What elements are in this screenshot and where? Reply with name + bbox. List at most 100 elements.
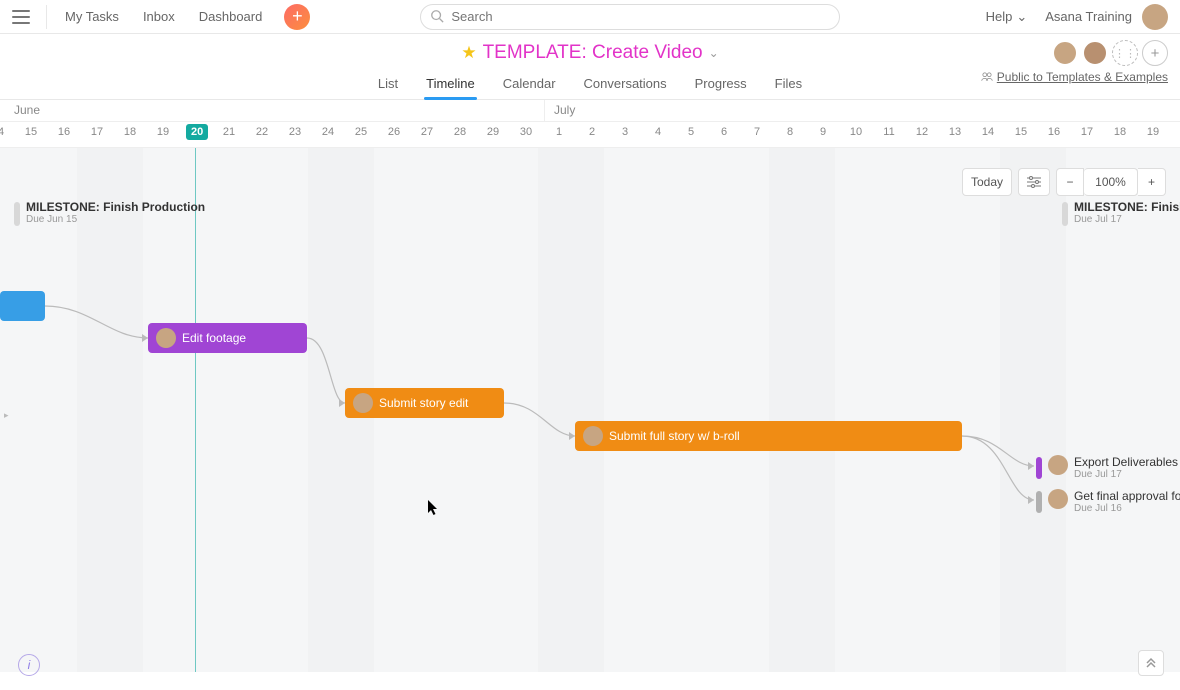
milestone-card[interactable]: MILESTONE: Finish Production Due Jun 15	[14, 200, 205, 226]
date-cell: 20	[1176, 126, 1180, 138]
date-cell: 10	[846, 126, 866, 138]
weekend-shade	[538, 148, 604, 672]
month-row: June July	[0, 100, 1180, 122]
task-item[interactable]: Export Deliverables Due Jul 17	[1036, 455, 1178, 480]
task-due: Due Jul 16	[1074, 503, 1180, 514]
today-date-badge: 20	[186, 124, 208, 140]
date-cell: 21	[219, 126, 239, 138]
nav-inbox[interactable]: Inbox	[131, 9, 187, 24]
month-label-june: June	[14, 103, 40, 117]
date-cell: 4	[648, 126, 668, 138]
weekend-shade	[77, 148, 143, 672]
menu-icon[interactable]	[12, 10, 30, 24]
tab-calendar[interactable]: Calendar	[501, 72, 558, 99]
project-visibility-link[interactable]: Public to Templates & Examples	[981, 70, 1168, 84]
date-cell: 17	[87, 126, 107, 138]
timeline-canvas[interactable]: ▸ Today − 100% + MILESTONE: Finish	[0, 148, 1180, 672]
date-cell: 8	[780, 126, 800, 138]
search-input[interactable]	[420, 4, 840, 30]
date-cell: 22	[252, 126, 272, 138]
weekend-shade	[769, 148, 835, 672]
date-cell: 17	[1077, 126, 1097, 138]
today-button[interactable]: Today	[962, 168, 1012, 196]
tab-progress[interactable]: Progress	[693, 72, 749, 99]
tab-list[interactable]: List	[376, 72, 400, 99]
assignee-avatar	[1048, 455, 1068, 475]
task-handle[interactable]	[1036, 491, 1042, 513]
task-title: Submit story edit	[379, 396, 468, 410]
date-cell: 1	[549, 126, 569, 138]
divider	[46, 5, 47, 29]
milestone-handle[interactable]	[14, 202, 20, 226]
help-link[interactable]: Help⌄	[986, 9, 1028, 25]
date-cell: 18	[120, 126, 140, 138]
date-cell: 19	[153, 126, 173, 138]
date-cell: 14	[0, 126, 8, 138]
chevron-down-icon[interactable]: ⌄	[709, 46, 719, 60]
task-title: Get final approval for finished video	[1074, 489, 1180, 503]
task-bar[interactable]: Submit full story w/ b-roll	[575, 421, 962, 451]
weekend-shade	[1000, 148, 1066, 672]
info-button[interactable]: i	[18, 654, 40, 676]
date-cell: 9	[813, 126, 833, 138]
project-side: ⋮⋮ + Public to Templates & Examples	[981, 40, 1168, 86]
task-title: Export Deliverables	[1074, 455, 1178, 469]
people-icon	[981, 71, 993, 83]
zoom-controls: − 100% +	[1056, 168, 1166, 196]
date-cell: 25	[351, 126, 371, 138]
zoom-out-button[interactable]: −	[1056, 168, 1084, 196]
add-member-button[interactable]: +	[1142, 40, 1168, 66]
task-bar[interactable]: Submit story edit	[345, 388, 504, 418]
nav-my-tasks[interactable]: My Tasks	[53, 9, 131, 24]
task-bar[interactable]	[0, 291, 45, 321]
timeline-controls: Today − 100% +	[962, 168, 1166, 196]
date-cell: 16	[54, 126, 74, 138]
today-indicator-line	[195, 148, 196, 672]
collapse-button[interactable]	[1138, 650, 1164, 676]
date-cell: 7	[747, 126, 767, 138]
date-cell: 6	[714, 126, 734, 138]
task-item[interactable]: Get final approval for finished video Du…	[1036, 489, 1180, 514]
chevron-double-up-icon	[1145, 657, 1157, 669]
date-cell: 27	[417, 126, 437, 138]
date-cell: 30	[516, 126, 536, 138]
milestone-due: Due Jul 17	[1074, 214, 1180, 225]
project-title[interactable]: ★ TEMPLATE: Create Video ⌄	[461, 42, 718, 64]
cursor-icon	[428, 500, 440, 516]
tab-conversations[interactable]: Conversations	[582, 72, 669, 99]
date-cell: 16	[1044, 126, 1064, 138]
project-title-text: TEMPLATE: Create Video	[483, 42, 703, 64]
milestone-card[interactable]: MILESTONE: Finish Post Due Jul 17	[1062, 200, 1180, 226]
milestone-handle[interactable]	[1062, 202, 1068, 226]
zoom-level[interactable]: 100%	[1084, 168, 1138, 196]
task-handle[interactable]	[1036, 457, 1042, 479]
member-avatars: ⋮⋮ +	[981, 40, 1168, 66]
nav-dashboard[interactable]: Dashboard	[187, 9, 275, 24]
month-divider	[544, 100, 545, 121]
date-cell: 26	[384, 126, 404, 138]
milestone-due: Due Jun 15	[26, 214, 205, 225]
date-cell: 18	[1110, 126, 1130, 138]
assignee-avatar	[583, 426, 603, 446]
assignee-avatar	[1048, 489, 1068, 509]
date-cell: 23	[285, 126, 305, 138]
task-bar[interactable]: Edit footage	[148, 323, 307, 353]
expand-sidebar-handle[interactable]: ▸	[4, 410, 14, 430]
sliders-icon	[1027, 176, 1041, 188]
tab-files[interactable]: Files	[773, 72, 804, 99]
user-avatar[interactable]	[1142, 4, 1168, 30]
tab-timeline[interactable]: Timeline	[424, 72, 477, 99]
create-button[interactable]: +	[284, 4, 310, 30]
date-cell: 13	[945, 126, 965, 138]
month-label-july: July	[554, 103, 575, 117]
date-ruler: 1415161718192021222324252627282930123456…	[0, 122, 1180, 148]
task-due: Due Jul 17	[1074, 469, 1178, 480]
member-placeholder-icon[interactable]: ⋮⋮	[1112, 40, 1138, 66]
date-cell: 15	[21, 126, 41, 138]
filter-button[interactable]	[1018, 168, 1050, 196]
zoom-in-button[interactable]: +	[1138, 168, 1166, 196]
member-avatar[interactable]	[1082, 40, 1108, 66]
member-avatar[interactable]	[1052, 40, 1078, 66]
star-icon[interactable]: ★	[461, 43, 476, 63]
task-title: Edit footage	[182, 331, 246, 345]
